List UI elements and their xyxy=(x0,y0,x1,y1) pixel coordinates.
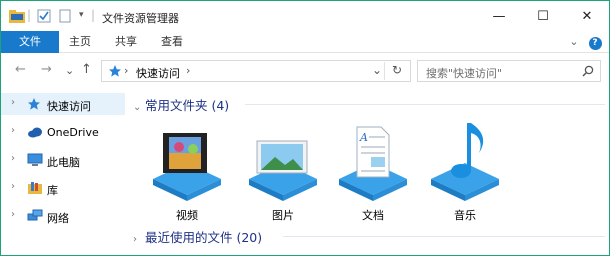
search-input[interactable]: 搜索"快速访问" xyxy=(426,65,502,81)
folder-tile-pictures[interactable]: 图片 xyxy=(245,119,321,222)
svg-text:A: A xyxy=(359,131,368,144)
folder-label: 图片 xyxy=(272,209,294,222)
tab-file[interactable]: 文件 xyxy=(1,31,59,53)
expand-chevron-icon[interactable]: › xyxy=(11,125,15,136)
group-header-frequent-folders[interactable]: ⌄ 常用文件夹 (4) xyxy=(133,95,229,114)
separator-icon: | xyxy=(27,8,32,22)
navigation-bar: ← → ⌄ ↑ › 快速访问 › ⌄ ↻ 搜索"快速访问" xyxy=(1,54,609,88)
expand-ribbon-icon[interactable]: ⌄ xyxy=(567,31,581,53)
folder-label: 视频 xyxy=(176,209,198,222)
sidebar-item-libraries[interactable]: › 库 xyxy=(1,177,125,199)
sidebar-item-network[interactable]: › 网络 xyxy=(1,205,125,227)
network-icon xyxy=(27,209,43,221)
star-pin-icon xyxy=(28,98,40,110)
tab-home[interactable]: 主页 xyxy=(59,31,101,53)
folder-label: 音乐 xyxy=(454,209,476,222)
up-button[interactable]: ↑ xyxy=(81,63,92,77)
group-header-recent-files[interactable]: › 最近使用的文件 (20) xyxy=(133,227,262,246)
refresh-button[interactable]: ↻ xyxy=(392,63,402,77)
tab-view[interactable]: 查看 xyxy=(151,31,193,53)
divider xyxy=(384,62,385,80)
address-bar[interactable]: › 快速访问 › ⌄ ↻ xyxy=(101,60,411,82)
help-glyph: ? xyxy=(588,37,602,50)
ribbon: 文件 主页 共享 查看 ⌄ ? xyxy=(1,31,609,53)
title-bar: | ▾ | 文件资源管理器 — ☐ ✕ xyxy=(1,1,609,31)
separator-icon: | xyxy=(91,8,96,22)
content-pane: ⌄ 常用文件夹 (4) 视频 图片 A 文档 音乐 › 最近使用的文件 (20) xyxy=(125,89,609,255)
sidebar-item-label: 快速访问 xyxy=(47,100,91,113)
sidebar-item-label: OneDrive xyxy=(47,126,99,139)
search-box[interactable]: 搜索"快速访问" xyxy=(417,60,601,82)
breadcrumb-separator[interactable]: › xyxy=(186,64,190,77)
explorer-window: | ▾ | 文件资源管理器 — ☐ ✕ 文件 主页 共享 查看 ⌄ ? ← → … xyxy=(0,0,610,256)
forward-button[interactable]: → xyxy=(41,63,52,77)
group-title: 最近使用的文件 (20) xyxy=(145,230,263,245)
back-button[interactable]: ← xyxy=(15,63,26,77)
star-pin-icon xyxy=(109,65,121,77)
sidebar-item-label: 此电脑 xyxy=(47,156,80,169)
sidebar-item-this-pc[interactable]: › 此电脑 xyxy=(1,149,125,171)
sidebar-item-label: 网络 xyxy=(47,212,69,225)
navigation-pane: › 快速访问 › OneDrive › 此电脑 › 库 › 网络 xyxy=(1,89,125,255)
window-title: 文件资源管理器 xyxy=(102,12,179,25)
group-divider xyxy=(245,104,605,105)
group-title: 常用文件夹 (4) xyxy=(145,98,230,113)
help-icon[interactable]: ? xyxy=(587,31,603,53)
sidebar-item-onedrive[interactable]: › OneDrive xyxy=(1,121,125,143)
expand-chevron-icon[interactable]: › xyxy=(11,97,15,108)
document-icon: A xyxy=(339,126,407,201)
expand-chevron-icon[interactable]: › xyxy=(133,234,145,245)
recent-locations-button[interactable]: ⌄ xyxy=(65,64,74,78)
breadcrumb-separator[interactable]: › xyxy=(124,64,128,77)
minimize-button[interactable]: — xyxy=(477,1,521,31)
picture-icon xyxy=(249,140,317,201)
folder-label: 文档 xyxy=(362,209,384,222)
expand-chevron-icon[interactable]: › xyxy=(11,153,15,164)
folder-tile-music[interactable]: 音乐 xyxy=(427,119,503,222)
address-dropdown-button[interactable]: ⌄ xyxy=(372,63,382,77)
breadcrumb[interactable]: 快速访问 xyxy=(136,65,180,81)
collapse-chevron-icon[interactable]: ⌄ xyxy=(133,102,145,113)
maximize-button[interactable]: ☐ xyxy=(521,1,565,31)
tab-share[interactable]: 共享 xyxy=(105,31,147,53)
folder-tile-documents[interactable]: A 文档 xyxy=(335,119,411,222)
properties-icon[interactable] xyxy=(37,9,51,23)
cloud-icon xyxy=(28,127,42,138)
folder-icon[interactable] xyxy=(9,9,25,23)
folder-tile-videos[interactable]: 视频 xyxy=(149,119,225,222)
music-note-icon xyxy=(431,123,499,201)
sidebar-item-label: 库 xyxy=(47,184,58,197)
expand-chevron-icon[interactable]: › xyxy=(11,209,15,220)
expand-chevron-icon[interactable]: › xyxy=(11,181,15,192)
group-divider xyxy=(283,236,605,237)
search-icon[interactable] xyxy=(582,65,594,77)
close-button[interactable]: ✕ xyxy=(565,1,609,31)
new-folder-icon[interactable] xyxy=(59,9,71,23)
computer-icon xyxy=(27,153,43,166)
video-film-icon xyxy=(153,133,221,201)
library-icon xyxy=(28,182,42,194)
sidebar-item-quick-access[interactable]: › 快速访问 xyxy=(1,93,125,115)
customize-qat-icon[interactable]: ▾ xyxy=(79,10,84,20)
